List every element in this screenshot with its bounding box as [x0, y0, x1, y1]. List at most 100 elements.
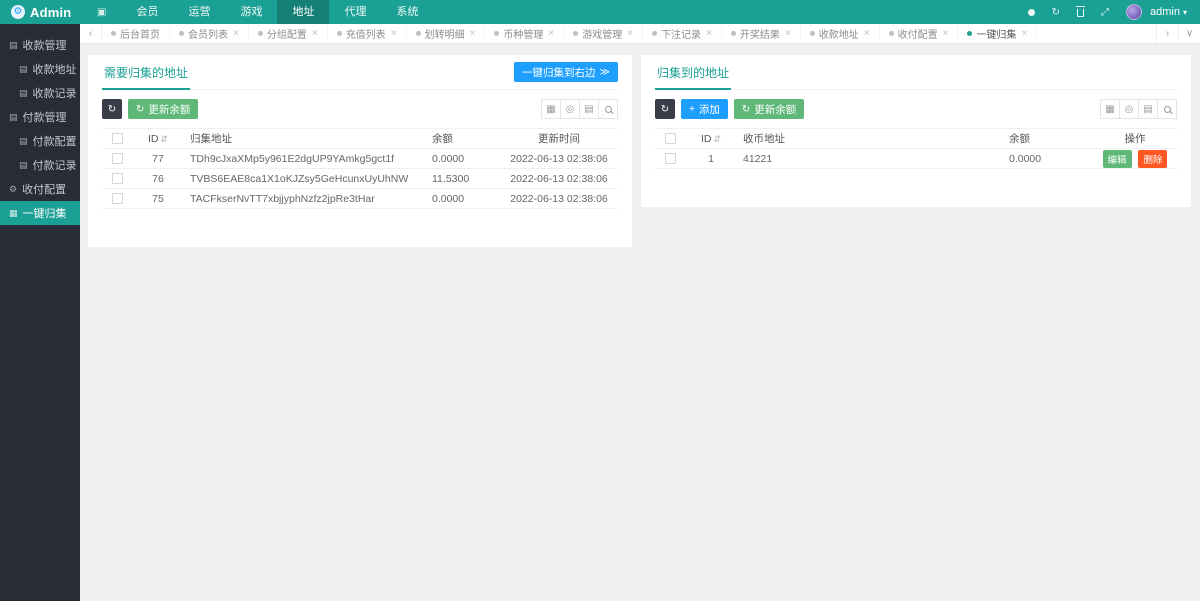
column-header-actions: 操作	[1093, 128, 1177, 149]
close-icon[interactable]: ×	[943, 28, 949, 39]
tab-dot	[111, 31, 116, 36]
button-label: 一键归集到右边	[522, 66, 596, 79]
close-icon[interactable]: ×	[785, 28, 791, 39]
cell-address: 41221	[737, 148, 1003, 169]
select-all-checkbox[interactable]	[664, 133, 676, 145]
export-icon[interactable]: ◎	[1119, 99, 1139, 119]
close-icon[interactable]: ×	[864, 28, 870, 39]
sidebar-item-receive-records[interactable]: ▤ 收款记录	[0, 81, 80, 105]
theme-dot-icon[interactable]	[1027, 8, 1035, 16]
refresh-icon[interactable]: ↻	[1052, 7, 1060, 18]
search-icon[interactable]	[598, 99, 618, 119]
edit-button[interactable]: 编辑	[1102, 149, 1132, 168]
row-checkbox[interactable]	[664, 153, 676, 165]
column-header-address: 归集地址	[184, 128, 426, 149]
close-icon[interactable]: ×	[470, 28, 476, 39]
nav-item-operation[interactable]: 运营	[173, 0, 225, 24]
tab-member-list[interactable]: 会员列表 ×	[170, 24, 249, 43]
row-checkbox[interactable]	[111, 173, 123, 185]
tab-lottery-results[interactable]: 开奖结果 ×	[722, 24, 801, 43]
refresh-balance-button[interactable]: ↻ 更新余额	[128, 99, 199, 119]
tab-bet-records[interactable]: 下注记录 ×	[643, 24, 722, 43]
search-icon[interactable]	[1157, 99, 1177, 119]
button-label: 更新余额	[754, 103, 797, 116]
close-icon[interactable]: ×	[627, 28, 633, 39]
close-icon[interactable]: ×	[233, 28, 239, 39]
select-all-checkbox[interactable]	[111, 133, 123, 145]
row-checkbox[interactable]	[111, 193, 123, 205]
sidebar-item-payin-config[interactable]: ⚙ 收付配置	[0, 177, 80, 201]
cell-address: TDh9cJxaXMp5y961E2dgUP9YAmkg5gct1f	[184, 148, 426, 169]
nav-item-system[interactable]: 系统	[381, 0, 433, 24]
clear-cache-trash-icon[interactable]	[1076, 6, 1086, 17]
tab-transfer-detail[interactable]: 划转明细 ×	[407, 24, 486, 43]
export-icon[interactable]: ◎	[560, 99, 580, 119]
sidebar-item-receive-mgmt[interactable]: ▤ 收款管理	[0, 33, 80, 57]
sidebar-item-payment-config[interactable]: ▤ 付款配置	[0, 129, 80, 153]
nav-item-console[interactable]: ▣	[82, 0, 121, 24]
user-menu[interactable]: admin ▾	[1150, 6, 1187, 18]
sidebar-item-one-click-collect[interactable]: ▦ 一键归集	[0, 201, 80, 225]
row-checkbox[interactable]	[111, 153, 123, 165]
tab-currency-mgmt[interactable]: 币种管理 ×	[485, 24, 565, 43]
avatar[interactable]	[1126, 4, 1143, 20]
collect-source-table: ID ⇵ 归集地址 余额 更新时间 77 TDh9cJxaXMp5y961E2dg…	[102, 128, 618, 209]
tab-deposit-list[interactable]: 充值列表 ×	[328, 24, 407, 43]
tab-dot	[888, 31, 894, 36]
tab-group-config[interactable]: 分组配置 ×	[249, 24, 328, 43]
nav-item-agent[interactable]: 代理	[329, 0, 381, 24]
tab-receive-address[interactable]: 收款地址 ×	[801, 24, 880, 43]
tab-label: 游戏管理	[582, 30, 623, 41]
print-icon[interactable]: ▤	[1138, 99, 1158, 119]
table-tools: ▦ ◎ ▤	[541, 99, 618, 119]
filter-columns-icon[interactable]: ▦	[541, 99, 561, 119]
tab-dashboard[interactable]: 后台首页	[102, 24, 170, 43]
column-header-balance: 余额	[1003, 128, 1093, 149]
nav-item-address[interactable]: 地址	[277, 0, 330, 24]
brand[interactable]: ⚙ Admin	[0, 0, 82, 24]
plus-icon: +	[689, 103, 695, 115]
close-icon[interactable]: ×	[312, 28, 318, 39]
cell-id: 75	[132, 188, 184, 209]
sort-icon[interactable]: ⇵	[160, 134, 168, 144]
delete-button[interactable]: 删除	[1138, 149, 1168, 168]
cell-actions: 编辑 删除	[1093, 148, 1177, 169]
sidebar-item-payment-mgmt[interactable]: ▤ 付款管理	[0, 105, 80, 129]
tab-one-click-collect[interactable]: 一键归集 ×	[958, 24, 1038, 43]
add-address-button[interactable]: + 添加	[681, 99, 728, 119]
column-header-address: 收币地址	[737, 128, 1003, 149]
sort-icon[interactable]: ⇵	[713, 134, 721, 144]
column-header-id[interactable]: ID ⇵	[132, 128, 184, 149]
table-toolbar: ↻ ↻ 更新余额 ▦ ◎ ▤	[102, 99, 618, 119]
tab-game-mgmt[interactable]: 游戏管理 ×	[564, 24, 644, 43]
tab-payin-config[interactable]: 收付配置 ×	[880, 24, 959, 43]
sidebar-item-label: 收款管理	[22, 40, 67, 52]
fullscreen-icon[interactable]: ⤢	[1101, 7, 1109, 18]
close-icon[interactable]: ×	[391, 28, 397, 39]
refresh-balance-button[interactable]: ↻ 更新余额	[733, 99, 805, 119]
tabs-menu-button[interactable]: ∨	[1178, 24, 1200, 43]
tab-label: 充值列表	[345, 30, 386, 41]
close-icon[interactable]: ×	[706, 28, 712, 39]
tab-dot	[809, 31, 815, 36]
tab-label: 开奖结果	[739, 30, 780, 41]
cell-updated: 2022-06-13 02:38:06	[500, 148, 618, 169]
username: admin	[1150, 6, 1180, 18]
sidebar-item-label: 收款地址	[32, 64, 77, 76]
filter-columns-icon[interactable]: ▦	[1100, 99, 1120, 119]
tabs-scroll-left-button[interactable]: ‹	[80, 24, 102, 43]
sidebar-item-receive-address[interactable]: ▤ 收款地址	[0, 57, 80, 81]
refresh-table-button[interactable]: ↻	[102, 99, 122, 119]
collect-to-right-button[interactable]: 一键归集到右边 ≫	[514, 62, 618, 82]
refresh-table-button[interactable]: ↻	[655, 99, 675, 119]
tabs-scroll-right-button[interactable]: ›	[1156, 24, 1178, 43]
column-header-id[interactable]: ID ⇵	[685, 128, 737, 149]
top-navbar: ⚙ Admin ▣ 会员 运营 游戏 地址 代理 系统 ↻ ⤢ admin ▾	[0, 0, 1200, 24]
tab-label: 一键归集	[976, 30, 1017, 41]
nav-item-member[interactable]: 会员	[121, 0, 173, 24]
print-icon[interactable]: ▤	[579, 99, 599, 119]
close-icon[interactable]: ×	[1021, 28, 1027, 39]
sidebar-item-payment-records[interactable]: ▤ 付款记录	[0, 153, 80, 177]
close-icon[interactable]: ×	[548, 28, 554, 39]
nav-item-game[interactable]: 游戏	[225, 0, 277, 24]
